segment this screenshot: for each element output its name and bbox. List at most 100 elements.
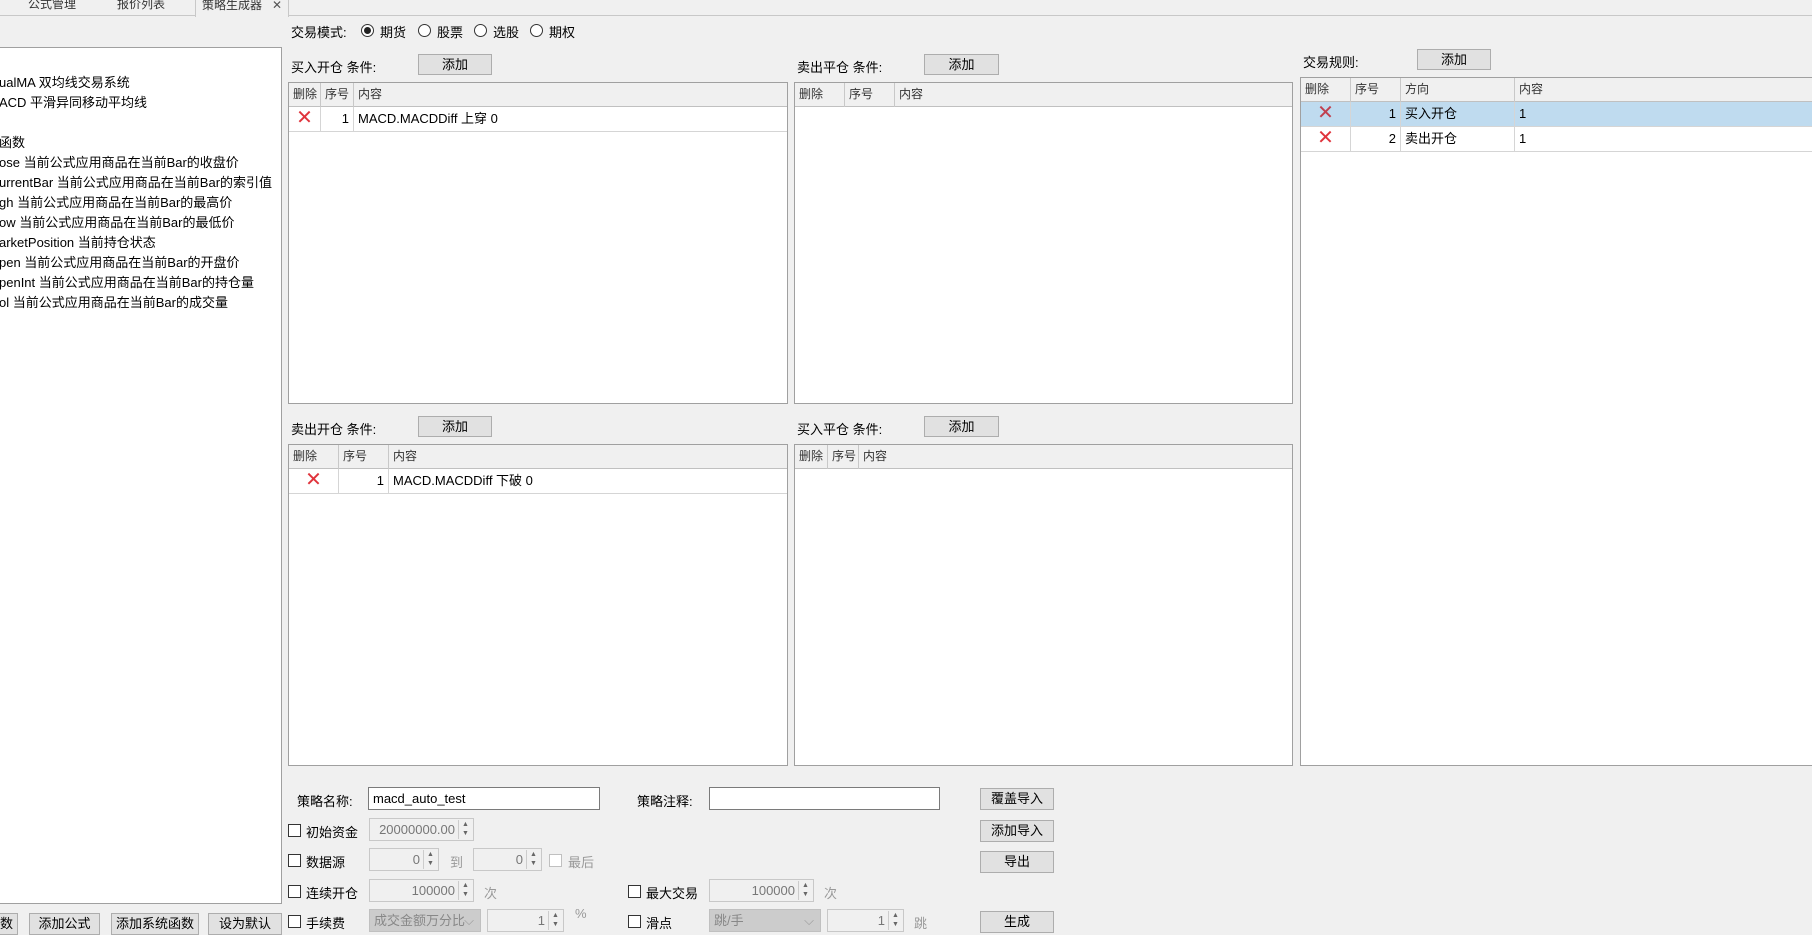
initial-capital-spinner[interactable]: 20000000.00 ▲ ▼ (369, 818, 474, 841)
col-direction: 方向 (1401, 78, 1515, 102)
table-row[interactable]: ✕ 1 MACD.MACDDiff 下破 0 (289, 469, 787, 494)
rules-grid[interactable]: 删除 序号 方向 内容 ✕ 1 买入开仓 1 ✕ 2 卖出开仓 1 (1300, 77, 1812, 766)
list-item[interactable]: penInt 当前公式应用商品在当前Bar的持仓量 (0, 272, 254, 291)
last-checkbox[interactable] (549, 854, 562, 867)
formula-tree[interactable]: ualMA 双均线交易系统 ACD 平滑异同移动平均线 函数 ose 当前公式应… (0, 47, 282, 904)
append-import-button[interactable]: 添加导入 (980, 820, 1054, 842)
list-item[interactable]: ow 当前公式应用商品在当前Bar的最低价 (0, 212, 234, 231)
generate-button[interactable]: 生成 (980, 911, 1054, 933)
col-content: 内容 (358, 87, 383, 101)
max-trade-checkbox[interactable] (628, 885, 641, 898)
spinner-arrows-icon[interactable]: ▲ ▼ (423, 850, 437, 869)
sell-close-grid[interactable]: 删除 序号 内容 (794, 82, 1293, 404)
table-row[interactable]: ✕ 1 MACD.MACDDiff 上穿 0 (289, 107, 787, 132)
list-item[interactable]: ualMA 双均线交易系统 (0, 72, 130, 91)
direction-cell: 买入开仓 (1401, 102, 1515, 126)
sell-open-grid[interactable]: 删除 序号 内容 ✕ 1 MACD.MACDDiff 下破 0 (288, 444, 788, 766)
select-value: 跳/手 (714, 913, 744, 928)
datasource-checkbox[interactable] (288, 854, 301, 867)
radio-icon[interactable] (361, 24, 374, 37)
radio-icon[interactable] (530, 24, 543, 37)
delete-icon[interactable]: ✕ (289, 107, 321, 131)
table-row[interactable]: ✕ 1 买入开仓 1 (1301, 102, 1812, 127)
overwrite-import-button[interactable]: 覆盖导入 (980, 788, 1054, 810)
spinner-arrows-icon[interactable]: ▲ ▼ (458, 881, 472, 900)
continuous-open-label: 连续开仓 (306, 886, 359, 901)
delete-icon[interactable]: ✕ (289, 469, 339, 493)
strategy-name-input[interactable]: macd_auto_test (368, 787, 600, 810)
spinner-value: 0 (412, 852, 420, 867)
fee-checkbox[interactable] (288, 915, 301, 928)
fee-type-select[interactable]: 成交金额万分比 ⌵ (369, 909, 481, 932)
col-delete: 删除 (289, 83, 321, 107)
slippage-type-select[interactable]: 跳/手 ⌵ (709, 909, 821, 932)
list-item[interactable]: pen 当前公式应用商品在当前Bar的开盘价 (0, 252, 240, 271)
to-label: 到 (450, 855, 464, 870)
radio-label: 期货 (380, 25, 407, 40)
max-trade-spinner[interactable]: 100000 ▲ ▼ (709, 879, 814, 902)
radio-icon[interactable] (418, 24, 431, 37)
buy-close-grid[interactable]: 删除 序号 内容 (794, 444, 1293, 766)
trade-mode-label: 交易模式: (291, 25, 347, 40)
datasource-from-spinner[interactable]: 0 ▲ ▼ (369, 848, 439, 871)
strategy-note-input[interactable] (709, 787, 940, 810)
list-item[interactable]: urrentBar 当前公式应用商品在当前Bar的索引值 (0, 172, 272, 191)
slippage-checkbox[interactable] (628, 915, 641, 928)
col-seq: 序号 (339, 445, 389, 469)
buy-open-add-button[interactable]: 添加 (418, 54, 492, 75)
sell-close-label: 卖出平仓 条件: (797, 60, 883, 75)
seq-cell: 1 (339, 469, 389, 493)
tick-label: 跳 (914, 916, 928, 931)
delete-icon[interactable]: ✕ (1301, 102, 1351, 126)
last-label: 最后 (568, 855, 595, 870)
list-item[interactable]: gh 当前公式应用商品在当前Bar的最高价 (0, 192, 232, 211)
delete-icon[interactable]: ✕ (1301, 127, 1351, 151)
radio-icon[interactable] (474, 24, 487, 37)
list-item[interactable]: ose 当前公式应用商品在当前Bar的收盘价 (0, 152, 239, 171)
table-row[interactable]: ✕ 2 卖出开仓 1 (1301, 127, 1812, 152)
content-cell: 1 (1519, 106, 1527, 121)
list-item[interactable]: ol 当前公式应用商品在当前Bar的成交量 (0, 292, 228, 311)
datasource-to-spinner[interactable]: 0 ▲ ▼ (473, 848, 542, 871)
list-item[interactable]: ACD 平滑异同移动平均线 (0, 92, 147, 111)
continuous-open-checkbox[interactable] (288, 885, 301, 898)
rules-label: 交易规则: (1303, 55, 1359, 70)
continuous-open-spinner[interactable]: 100000 ▲ ▼ (369, 879, 474, 902)
col-seq: 序号 (845, 83, 895, 107)
col-delete: 删除 (289, 445, 339, 469)
slippage-label: 滑点 (646, 916, 673, 931)
col-delete: 删除 (1301, 78, 1351, 102)
tab-quote-list[interactable]: 报价列表 (117, 0, 165, 16)
add-system-function-button[interactable]: 添加系统函数 (111, 913, 199, 935)
initial-capital-checkbox[interactable] (288, 824, 301, 837)
close-icon[interactable]: ✕ (272, 0, 282, 12)
spinner-arrows-icon[interactable]: ▲ ▼ (458, 820, 472, 839)
set-default-button[interactable]: 设为默认 (208, 913, 282, 935)
slippage-value-spinner[interactable]: 1 ▲ ▼ (827, 909, 904, 932)
col-content: 内容 (393, 449, 418, 463)
spinner-arrows-icon[interactable]: ▲ ▼ (888, 911, 902, 930)
fee-value-spinner[interactable]: 1 ▲ ▼ (487, 909, 564, 932)
spinner-arrows-icon[interactable]: ▲ ▼ (526, 850, 540, 869)
spinner-arrows-icon[interactable]: ▲ ▼ (798, 881, 812, 900)
tab-bar: 公式管理 报价列表 策略生成器 ✕ (0, 0, 1812, 17)
add-formula-button[interactable]: 添加公式 (29, 913, 100, 935)
rules-add-button[interactable]: 添加 (1417, 49, 1491, 70)
col-delete: 删除 (795, 83, 845, 107)
export-button[interactable]: 导出 (980, 851, 1054, 873)
buy-open-grid[interactable]: 删除 序号 内容 ✕ 1 MACD.MACDDiff 上穿 0 (288, 82, 788, 404)
spinner-value: 100000 (411, 883, 455, 898)
chevron-down-icon: ⌵ (464, 913, 474, 928)
tab-formula-manage[interactable]: 公式管理 (28, 0, 76, 16)
sell-close-add-button[interactable]: 添加 (924, 54, 999, 75)
tab-strategy-generator[interactable]: 策略生成器 ✕ (195, 0, 290, 17)
radio-label: 股票 (437, 25, 464, 40)
left-partial-button[interactable]: 数 (0, 913, 18, 935)
list-item[interactable]: arketPosition 当前持仓状态 (0, 232, 156, 251)
chevron-down-icon: ⌵ (804, 913, 814, 928)
buy-close-add-button[interactable]: 添加 (924, 416, 999, 437)
list-item[interactable]: 函数 (0, 132, 25, 151)
spinner-arrows-icon[interactable]: ▲ ▼ (548, 911, 562, 930)
sell-open-add-button[interactable]: 添加 (418, 416, 492, 437)
fee-label: 手续费 (306, 916, 346, 931)
